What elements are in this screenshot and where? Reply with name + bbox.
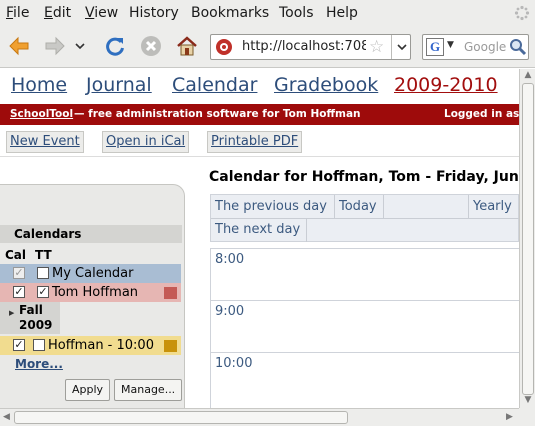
term-year: 2009 — [19, 318, 53, 332]
back-button[interactable] — [6, 33, 32, 59]
printable-pdf-button[interactable]: Printable PDF — [207, 131, 303, 153]
expand-triangle-icon: ▶ — [9, 309, 15, 317]
horizontal-scroll-thumb[interactable] — [14, 411, 348, 424]
site-favicon-icon — [216, 39, 232, 55]
calendar-nav: The previous day Today Yearly The next d… — [210, 194, 519, 242]
page-viewport: Home Journal Calendar Gradebook 2009-201… — [0, 69, 519, 408]
vertical-scrollbar[interactable]: ▲ ▼ — [519, 69, 535, 408]
cal-checkbox[interactable]: ✓ — [13, 339, 25, 351]
calendar-label: Hoffman - 10:00 — [48, 338, 154, 353]
home-button[interactable] — [174, 33, 200, 59]
search-engine-dropdown-icon[interactable]: ▼ — [447, 40, 454, 50]
tab-journal[interactable]: Journal — [86, 74, 152, 96]
stop-icon — [141, 36, 161, 56]
more-calendars-link[interactable]: More... — [15, 357, 63, 371]
page-title: Calendar for Hoffman, Tom - Friday, June… — [209, 169, 519, 185]
nav-divider — [468, 195, 469, 218]
calendar-label: Tom Hoffman — [52, 285, 139, 300]
reload-button[interactable] — [102, 33, 128, 59]
nav-divider — [306, 218, 307, 242]
menu-bookmarks[interactable]: Bookmarks — [191, 5, 269, 21]
menu-tools[interactable]: Tools — [279, 5, 314, 21]
navigation-toolbar: http://localhost:7080 ☆ G ▼ Google — [0, 26, 535, 68]
url-text[interactable]: http://localhost:7080 — [242, 39, 366, 54]
brand-tagline: — free administration software for Tom H… — [74, 108, 361, 120]
url-dropdown-button[interactable] — [391, 35, 411, 59]
nav-divider — [383, 195, 384, 218]
back-arrow-icon — [9, 36, 29, 56]
tab-home[interactable]: Home — [11, 74, 67, 96]
chevron-down-icon — [75, 43, 85, 50]
new-event-button[interactable]: New Event — [6, 131, 84, 153]
horizontal-scrollbar[interactable]: ◀ ▶ — [0, 408, 519, 426]
schooltool-link[interactable]: SchoolTool — [10, 108, 73, 120]
vertical-scroll-thumb[interactable] — [522, 83, 534, 395]
forward-arrow-icon — [45, 36, 65, 56]
hour-label: 9:00 — [215, 304, 245, 319]
brand-bar: SchoolTool — free administration softwar… — [0, 104, 519, 125]
calendar-color-swatch — [164, 287, 177, 299]
menu-view[interactable]: View — [85, 5, 118, 21]
hour-row[interactable]: 9:00 — [211, 300, 519, 352]
term-group-toggle[interactable]: ▶ Fall 2009 — [0, 302, 60, 334]
previous-day-link[interactable]: The previous day — [215, 199, 327, 214]
scrollbar-corner — [519, 408, 535, 426]
history-dropdown-button[interactable] — [72, 33, 88, 59]
hour-label: 10:00 — [215, 356, 253, 371]
reload-icon — [106, 37, 124, 56]
calendar-color-swatch — [164, 340, 177, 352]
search-bar[interactable]: G ▼ Google — [422, 34, 529, 60]
apply-button[interactable]: Apply — [65, 379, 111, 401]
calendar-row-tom-hoffman: ✓ ✓ Tom Hoffman — [0, 283, 181, 302]
stop-button[interactable] — [138, 33, 164, 59]
calendar-row-my-calendar: ✓ My Calendar — [0, 264, 181, 283]
menu-history[interactable]: History — [129, 5, 179, 21]
open-in-ical-button[interactable]: Open in iCal — [102, 131, 190, 153]
tt-checkbox[interactable] — [33, 339, 45, 351]
tab-calendar[interactable]: Calendar — [172, 74, 257, 96]
scroll-right-arrow-icon[interactable]: ▶ — [506, 412, 513, 422]
cal-checkbox[interactable]: ✓ — [13, 286, 25, 298]
today-link[interactable]: Today — [339, 199, 377, 214]
tt-checkbox[interactable]: ✓ — [37, 286, 49, 298]
search-engine-icon[interactable]: G — [426, 38, 444, 56]
scroll-left-arrow-icon[interactable]: ◀ — [3, 412, 10, 422]
nav-row-divider — [211, 218, 519, 219]
bookmark-star-icon[interactable]: ☆ — [369, 37, 384, 57]
search-icon[interactable] — [509, 38, 527, 56]
cal-checkbox: ✓ — [13, 266, 25, 279]
menu-help[interactable]: Help — [326, 5, 358, 21]
scroll-down-arrow-icon[interactable]: ▼ — [523, 395, 533, 407]
scroll-up-arrow-icon[interactable]: ▲ — [523, 70, 533, 82]
chevron-down-icon — [396, 44, 407, 51]
throbber-icon — [514, 5, 530, 21]
forward-button[interactable] — [42, 33, 68, 59]
term-name: Fall — [19, 303, 43, 317]
hour-label: 8:00 — [215, 252, 245, 267]
manage-button[interactable]: Manage... — [114, 379, 183, 401]
logged-in-status: Logged in as: Tom Hoffman — [444, 108, 519, 120]
tab-school-year[interactable]: 2009-2010 — [394, 74, 498, 96]
hour-row[interactable]: 10:00 — [211, 352, 519, 404]
menu-file[interactable]: File — [6, 5, 29, 21]
calendars-heading: Calendars — [0, 225, 182, 243]
tt-column-header: TT — [35, 248, 52, 262]
day-grid: 8:00 9:00 10:00 — [210, 248, 519, 408]
menu-bar: File Edit View History Bookmarks Tools H… — [0, 0, 535, 26]
url-bar[interactable]: http://localhost:7080 ☆ — [210, 34, 411, 60]
tt-checkbox[interactable] — [37, 267, 49, 279]
menu-edit[interactable]: Edit — [44, 5, 71, 21]
next-day-link[interactable]: The next day — [215, 222, 300, 237]
calendar-label: My Calendar — [52, 266, 134, 281]
cal-column-header: Cal — [5, 248, 27, 262]
calendar-row-section: ✓ Hoffman - 10:00 — [0, 336, 181, 355]
app-navigation: Home Journal Calendar Gradebook 2009-201… — [0, 69, 519, 104]
nav-divider — [334, 195, 335, 218]
search-input[interactable]: Google — [464, 40, 506, 54]
tab-gradebook[interactable]: Gradebook — [274, 74, 378, 96]
yearly-link[interactable]: Yearly — [473, 199, 512, 214]
home-icon — [177, 36, 197, 56]
hour-row[interactable]: 8:00 — [211, 248, 519, 300]
action-bar: New Event Open in iCal Printable PDF — [0, 125, 519, 157]
